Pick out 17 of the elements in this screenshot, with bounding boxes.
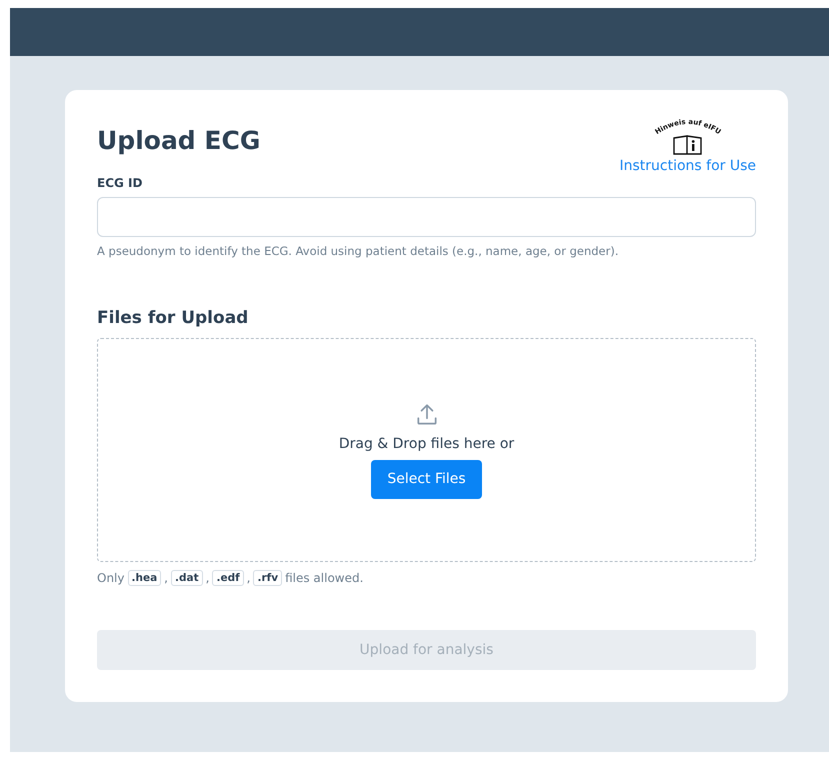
extension-tag: .rfv — [253, 570, 282, 586]
extension-tag: .dat — [171, 570, 203, 586]
select-files-button[interactable]: Select Files — [371, 460, 482, 498]
extension-tag: .edf — [212, 570, 244, 586]
field-label: ECG ID — [97, 176, 144, 190]
drop-zone[interactable]: Drag & Drop files here or Select Files — [97, 338, 756, 562]
allowed-prefix: Only — [97, 571, 124, 585]
separator: , — [164, 571, 168, 585]
separator: , — [246, 571, 250, 585]
allowed-suffix: files allowed. — [285, 571, 364, 585]
drop-text: Drag & Drop files here or — [338, 436, 514, 452]
section-heading: Files for Upload — [97, 308, 250, 328]
separator: , — [206, 571, 210, 585]
page-title: Upload ECG — [97, 126, 260, 155]
help-text: A pseudonym to identify the ECG. Avoid using patient details (e.g., name, age, or gender). — [97, 244, 620, 258]
instructions-link[interactable]: Instructions for Use — [619, 158, 756, 174]
extension-tag: .hea — [128, 570, 162, 586]
